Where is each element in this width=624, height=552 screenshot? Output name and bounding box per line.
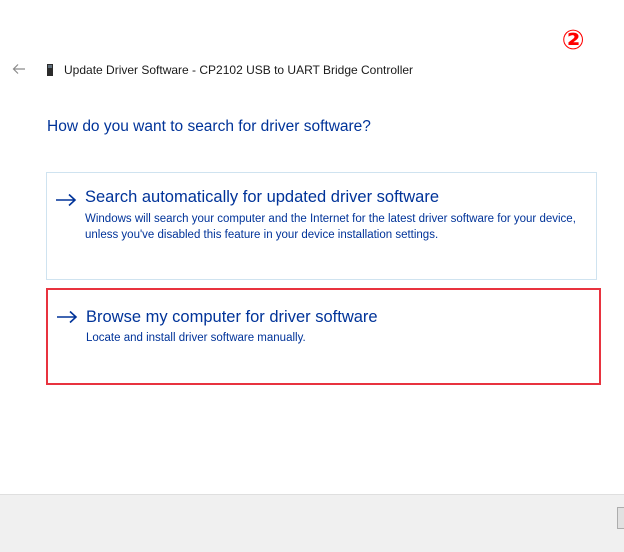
usb-device-icon (46, 64, 54, 76)
wizard-footer (0, 494, 624, 552)
cancel-button[interactable] (617, 507, 624, 529)
arrow-right-icon (56, 193, 77, 207)
option-description: Locate and install driver software manua… (86, 332, 306, 344)
wizard-title: Update Driver Software - CP2102 USB to U… (64, 63, 414, 77)
arrow-right-icon (57, 310, 78, 324)
wizard-header: Update Driver Software - CP2102 USB to U… (46, 61, 413, 79)
search-automatically-option[interactable]: Search automatically for updated driver … (46, 172, 597, 280)
step-number-badge: ② (561, 25, 585, 56)
option-description: Windows will search your computer and th… (85, 213, 576, 241)
page-heading: How do you want to search for driver sof… (47, 118, 371, 135)
option-title: Browse my computer for driver software (86, 308, 378, 326)
back-arrow-icon (12, 64, 25, 74)
option-title: Search automatically for updated driver … (85, 188, 440, 206)
back-button[interactable] (10, 60, 28, 78)
browse-computer-option[interactable]: Browse my computer for driver software L… (46, 288, 601, 385)
